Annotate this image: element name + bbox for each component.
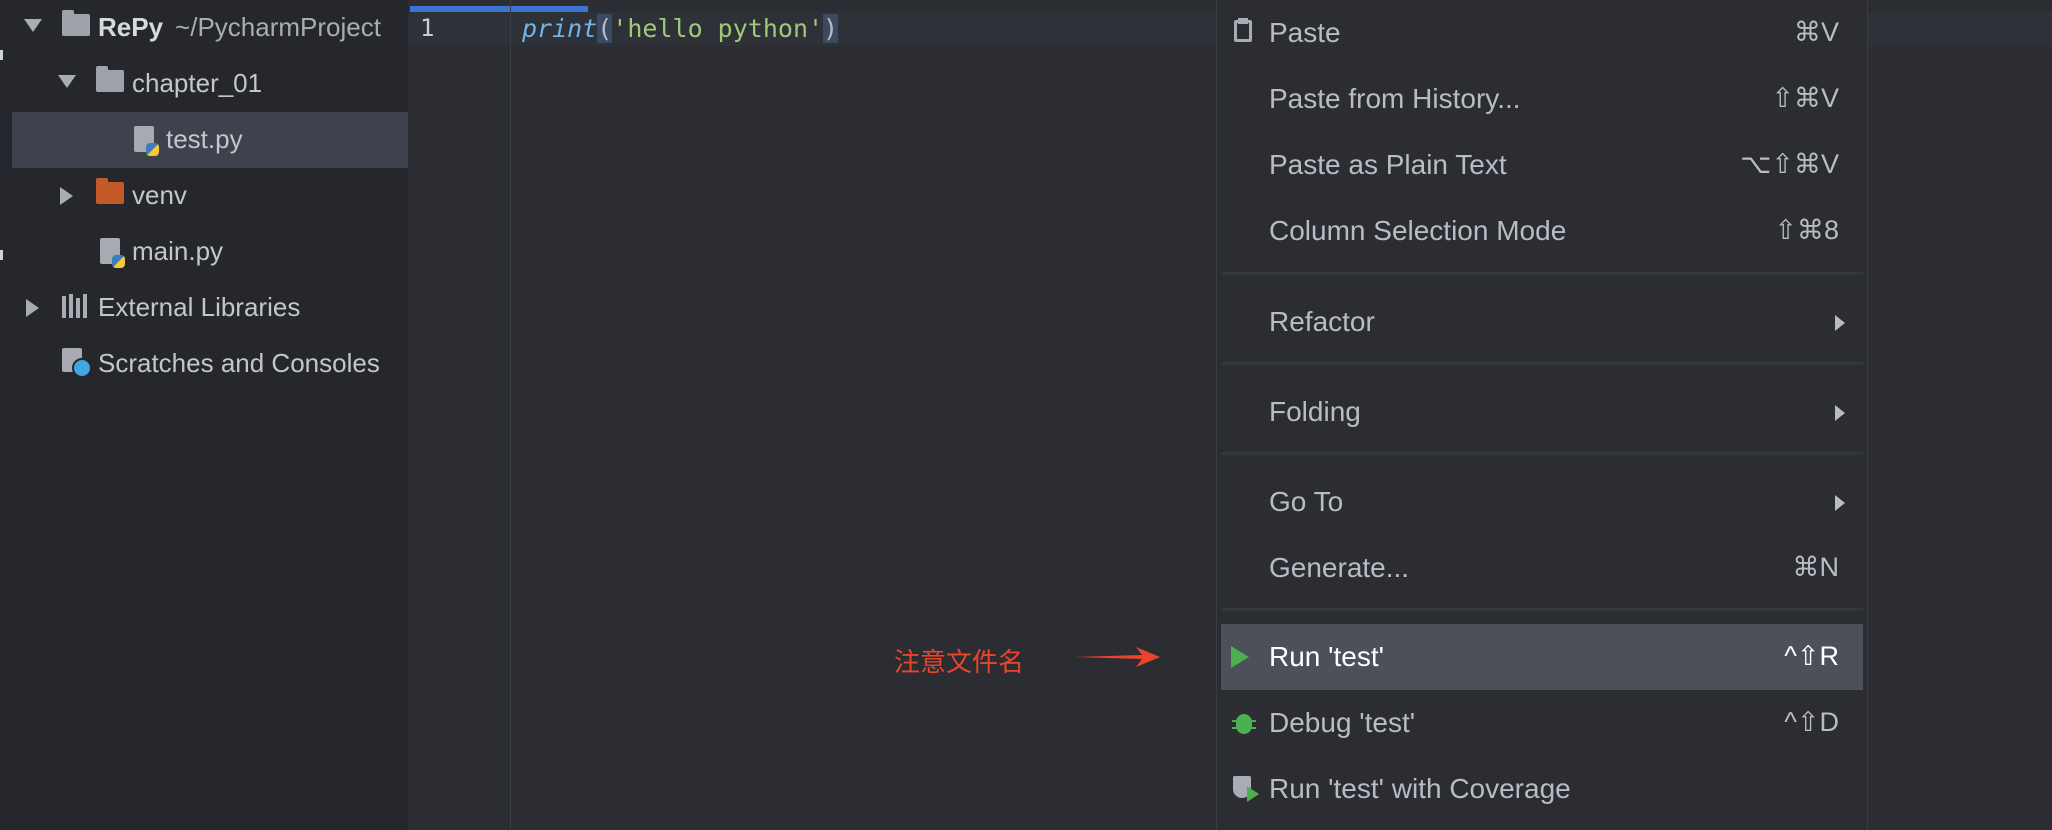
menu-separator [1221,272,1863,275]
menu-item-shortcut: ⇧⌘V [1771,83,1839,113]
menu-item-shortcut: ^⇧R [1784,641,1839,671]
strip-marker [0,250,3,260]
folder-icon [96,66,124,92]
tree-item-label: test.py [166,124,243,154]
tree-item-chapter-01[interactable]: chapter_01 [12,56,408,112]
menu-item-refactor[interactable]: Refactor [1221,289,1863,355]
menu-separator [1221,608,1863,611]
tree-item-label: Scratches and Consoles [98,348,380,378]
menu-item-label: Folding [1269,396,1361,427]
menu-item-go-to[interactable]: Go To [1221,469,1863,535]
tree-item-main-py[interactable]: main.py [12,224,408,280]
annotation-text: 注意文件名 [894,647,1025,677]
code-line[interactable]: print('hello python') [522,14,839,43]
chevron-right-icon[interactable] [60,187,73,205]
menu-item-run[interactable]: Run 'test' ^⇧R [1221,624,1863,690]
submenu-arrow-icon [1835,315,1845,331]
menu-item-label: Paste as Plain Text [1269,149,1507,180]
menu-item-label: Column Selection Mode [1269,215,1567,246]
menu-item-label: Refactor [1269,306,1375,337]
menu-item-shortcut: ⌥⇧⌘V [1740,149,1839,179]
tree-item-label: venv [132,180,187,210]
chevron-down-icon[interactable] [58,75,76,88]
line-number: 1 [420,14,435,42]
project-tree: RePy ~/PycharmProject chapter_01 test.py … [12,0,408,830]
menu-item-run-with-coverage[interactable]: Run 'test' with Coverage [1221,756,1863,822]
menu-item-shortcut: ⌘N [1792,552,1840,582]
submenu-arrow-icon [1835,495,1845,511]
tree-item-scratches[interactable]: Scratches and Consoles [12,336,408,392]
coverage-icon [1231,774,1259,804]
submenu-arrow-icon [1835,405,1845,421]
annotation-arrow-icon [1074,647,1160,667]
code-string: 'hello python' [612,14,824,43]
menu-item-paste-from-history[interactable]: Paste from History... ⇧⌘V [1221,66,1863,132]
python-file-icon [134,126,159,156]
tool-window-strip [0,0,12,830]
strip-marker [0,50,3,60]
libraries-icon [62,294,90,318]
code-function: print [522,14,598,43]
menu-item-label: Paste from History... [1269,83,1521,114]
code-editor[interactable]: 1 print('hello python') 注意文件名 [408,0,1216,830]
run-icon [1231,646,1249,668]
python-file-icon [100,238,125,268]
project-name: RePy [98,12,164,42]
menu-item-generate[interactable]: Generate... ⌘N [1221,535,1863,601]
menu-item-shortcut: ^⇧D [1784,707,1839,737]
menu-item-column-selection[interactable]: Column Selection Mode ⇧⌘8 [1221,198,1863,264]
menu-item-label: Debug 'test' [1269,707,1416,738]
menu-separator [1221,452,1863,455]
tree-item-label: External Libraries [98,292,301,322]
menu-item-debug[interactable]: Debug 'test' ^⇧D [1221,690,1863,756]
menu-item-label: Generate... [1269,552,1410,583]
tree-item-test-py[interactable]: test.py [12,112,408,168]
clipboard-icon [1231,18,1257,48]
project-path: ~/PycharmProject [175,12,381,42]
menu-item-label: Run 'test' with Coverage [1269,773,1571,804]
tree-item-external-libraries[interactable]: External Libraries [12,280,408,336]
folder-icon [96,178,124,204]
chevron-right-icon[interactable] [26,299,39,317]
menu-item-label: Run 'test' [1269,641,1384,672]
tree-root-label: RePy ~/PycharmProject [98,12,381,43]
menu-item-folding[interactable]: Folding [1221,379,1863,445]
menu-item-shortcut: ⇧⌘8 [1774,215,1839,245]
tree-root-repy[interactable]: RePy ~/PycharmProject [12,0,408,56]
tree-item-label: chapter_01 [132,68,263,98]
menu-item-shortcut: ⌘V [1793,17,1839,47]
debug-icon [1231,708,1257,738]
menu-item-paste-plain-text[interactable]: Paste as Plain Text ⌥⇧⌘V [1221,132,1863,198]
menu-item-label: Go To [1269,486,1344,517]
context-menu: Paste ⌘V Paste from History... ⇧⌘V Paste… [1216,0,1868,830]
chevron-down-icon[interactable] [24,19,42,32]
tree-item-label: main.py [132,236,224,266]
menu-item-paste[interactable]: Paste ⌘V [1221,0,1863,66]
line-gutter: 1 [408,0,511,830]
code-paren: ( [597,14,613,43]
menu-separator [1221,362,1863,365]
folder-icon [62,10,90,36]
tree-item-venv[interactable]: venv [12,168,408,224]
menu-item-label: Paste [1269,17,1341,48]
scratches-icon [62,348,92,378]
code-paren: ) [823,14,839,43]
